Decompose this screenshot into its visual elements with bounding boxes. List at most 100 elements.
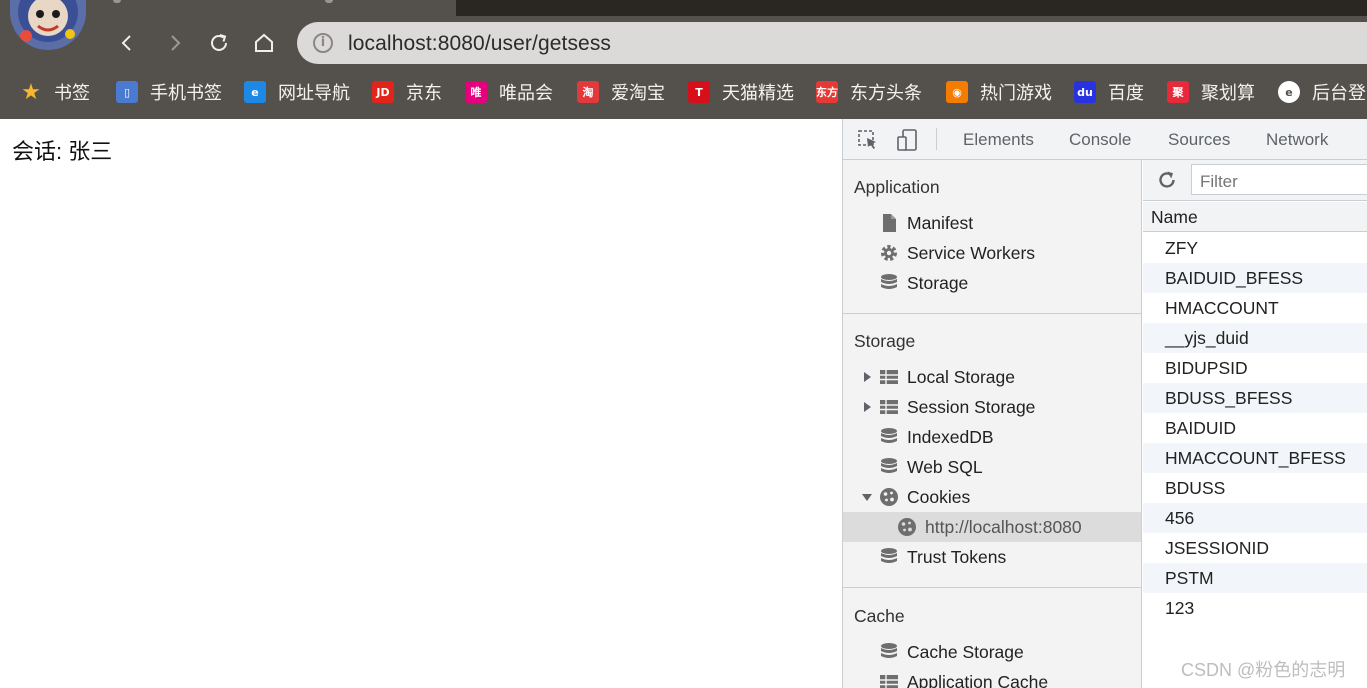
bookmark-label: 京东 [406, 83, 442, 103]
taobao-icon: 淘 [577, 81, 599, 103]
sidebar-item-service-workers[interactable]: Service Workers [843, 238, 1141, 268]
bookmark-label: 爱淘宝 [611, 83, 665, 103]
bookmark-e[interactable]: e 后台登 [1278, 78, 1366, 106]
database-icon [881, 458, 897, 473]
dftt-icon: 东方 [816, 81, 838, 103]
sidebar-item-local-storage[interactable]: Local Storage [843, 362, 1141, 392]
refresh-icon[interactable] [1156, 169, 1178, 191]
collapse-arrow-icon[interactable] [862, 492, 872, 502]
table-row[interactable]: BDUSS_BFESS [1143, 383, 1367, 413]
tab-sources[interactable]: Sources [1168, 130, 1230, 150]
cookie-icon [880, 488, 898, 506]
filter-toolbar [1143, 160, 1367, 201]
table-row[interactable]: JSESSIONID [1143, 533, 1367, 563]
sidebar-item-storage[interactable]: Storage [843, 268, 1141, 298]
device-toolbar-icon[interactable] [895, 128, 919, 152]
section-divider [843, 313, 1141, 314]
database-icon [881, 274, 897, 289]
table-row[interactable]: 123 [1143, 593, 1367, 623]
reload-button[interactable] [202, 26, 236, 60]
toolbar-divider [936, 128, 937, 150]
table-row[interactable]: BAIDUID_BFESS [1143, 263, 1367, 293]
database-icon [881, 428, 897, 443]
table-row[interactable]: PSTM [1143, 563, 1367, 593]
bookmark-label: 聚划算 [1201, 83, 1255, 103]
cookie-name: BDUSS_BFESS [1165, 388, 1293, 408]
e-icon: e [1278, 81, 1300, 103]
cookie-name: JSESSIONID [1165, 538, 1270, 558]
jd-icon: JD [372, 81, 394, 103]
back-button[interactable] [110, 26, 144, 60]
sidebar-item-label: http://localhost:8080 [925, 516, 1082, 537]
cookie-name: BIDUPSID [1165, 358, 1248, 378]
cookies-pane: Name ZFY BAIDUID_BFESS HMACCOUNT __yjs_duid… [1143, 160, 1367, 688]
bookmark-juhuasuan[interactable]: 聚聚划算 [1167, 78, 1255, 106]
gear-icon [881, 245, 897, 261]
sidebar-item-label: Application Cache [907, 671, 1049, 688]
table-row[interactable]: BDUSS [1143, 473, 1367, 503]
bookmark-vip[interactable]: 唯唯品会 [465, 78, 553, 106]
address-bar[interactable]: localhost:8080/user/getsess [297, 22, 1367, 64]
bookmark-dftt[interactable]: 东方 东方头条 [816, 78, 922, 106]
inspect-element-icon[interactable] [856, 128, 880, 152]
forward-button[interactable] [158, 26, 192, 60]
sidebar-item-trust-tokens[interactable]: Trust Tokens [843, 542, 1141, 572]
table-icon [880, 400, 898, 414]
star-icon: ★ [21, 79, 41, 105]
bookmark-phone-bookmark[interactable]: ▯ 手机书签 [116, 78, 222, 106]
expand-arrow-icon[interactable] [862, 372, 872, 382]
juhuasuan-icon: 聚 [1167, 81, 1189, 103]
tmall-icon: T [688, 81, 710, 103]
bookmark-label: 天猫精选 [722, 83, 794, 103]
table-row[interactable]: ZFY [1143, 233, 1367, 263]
bookmark-jd[interactable]: JD 京东 [372, 78, 442, 106]
bookmark-label: 手机书签 [150, 83, 222, 103]
sidebar-item-cache-storage[interactable]: Cache Storage [843, 637, 1141, 667]
sidebar-item-web-sql[interactable]: Web SQL [843, 452, 1141, 482]
baidu-icon: du [1074, 81, 1096, 103]
sidebar-item-label: Session Storage [907, 396, 1036, 417]
bookmark-e-browser[interactable]: e 网址导航 [244, 78, 350, 106]
sidebar-item-session-storage[interactable]: Session Storage [843, 392, 1141, 422]
expand-arrow-icon[interactable] [862, 402, 872, 412]
tab-console[interactable]: Console [1069, 130, 1131, 150]
tab-elements[interactable]: Elements [963, 130, 1034, 150]
site-info-icon[interactable] [313, 33, 333, 53]
bookmark-baidu[interactable]: du 百度 [1074, 78, 1144, 106]
sidebar-item-cookies[interactable]: Cookies [843, 482, 1141, 512]
bookmark-game[interactable]: ◉ 热门游戏 [946, 78, 1052, 106]
tab-strip [456, 0, 1367, 16]
bookmark-label: 热门游戏 [980, 83, 1052, 103]
bookmark-taobao[interactable]: 淘爱淘宝 [577, 78, 665, 106]
tab-network[interactable]: Network [1266, 130, 1328, 150]
table-row[interactable]: 456 [1143, 503, 1367, 533]
table-row[interactable]: HMACCOUNT [1143, 293, 1367, 323]
bookmark-star[interactable]: ★ 书签 [20, 78, 90, 106]
sidebar-item-cookie-origin[interactable]: http://localhost:8080 [843, 512, 1141, 542]
application-sidebar: Application Manifest Service Workers Sto… [843, 160, 1142, 688]
section-title-application: Application [854, 177, 940, 197]
table-row[interactable]: HMACCOUNT_BFESS [1143, 443, 1367, 473]
cookie-name: BAIDUID [1165, 418, 1236, 438]
table-row[interactable]: __yjs_duid [1143, 323, 1367, 353]
sidebar-item-manifest[interactable]: Manifest [843, 208, 1141, 238]
profile-avatar-icon[interactable] [10, 0, 86, 50]
session-text: 会话: 张三 [12, 139, 113, 164]
url-text[interactable]: localhost:8080/user/getsess [348, 32, 611, 56]
table-row[interactable]: BIDUPSID [1143, 353, 1367, 383]
database-icon [881, 548, 897, 563]
column-header-label: Name [1151, 207, 1198, 227]
cookie-name: ZFY [1165, 238, 1199, 258]
sidebar-item-label: Trust Tokens [907, 546, 1007, 567]
table-row[interactable]: BAIDUID [1143, 413, 1367, 443]
filter-input[interactable] [1191, 164, 1367, 195]
cookie-name: BDUSS [1165, 478, 1226, 498]
bookmark-tmall[interactable]: T 天猫精选 [688, 78, 794, 106]
name-column-header[interactable]: Name [1143, 202, 1367, 232]
cookie-name: 123 [1165, 598, 1195, 618]
sidebar-item-application-cache[interactable]: Application Cache [843, 667, 1141, 688]
home-button[interactable] [247, 26, 281, 60]
phone-bookmark-icon: ▯ [116, 81, 138, 103]
game-icon: ◉ [946, 81, 968, 103]
sidebar-item-indexeddb[interactable]: IndexedDB [843, 422, 1141, 452]
